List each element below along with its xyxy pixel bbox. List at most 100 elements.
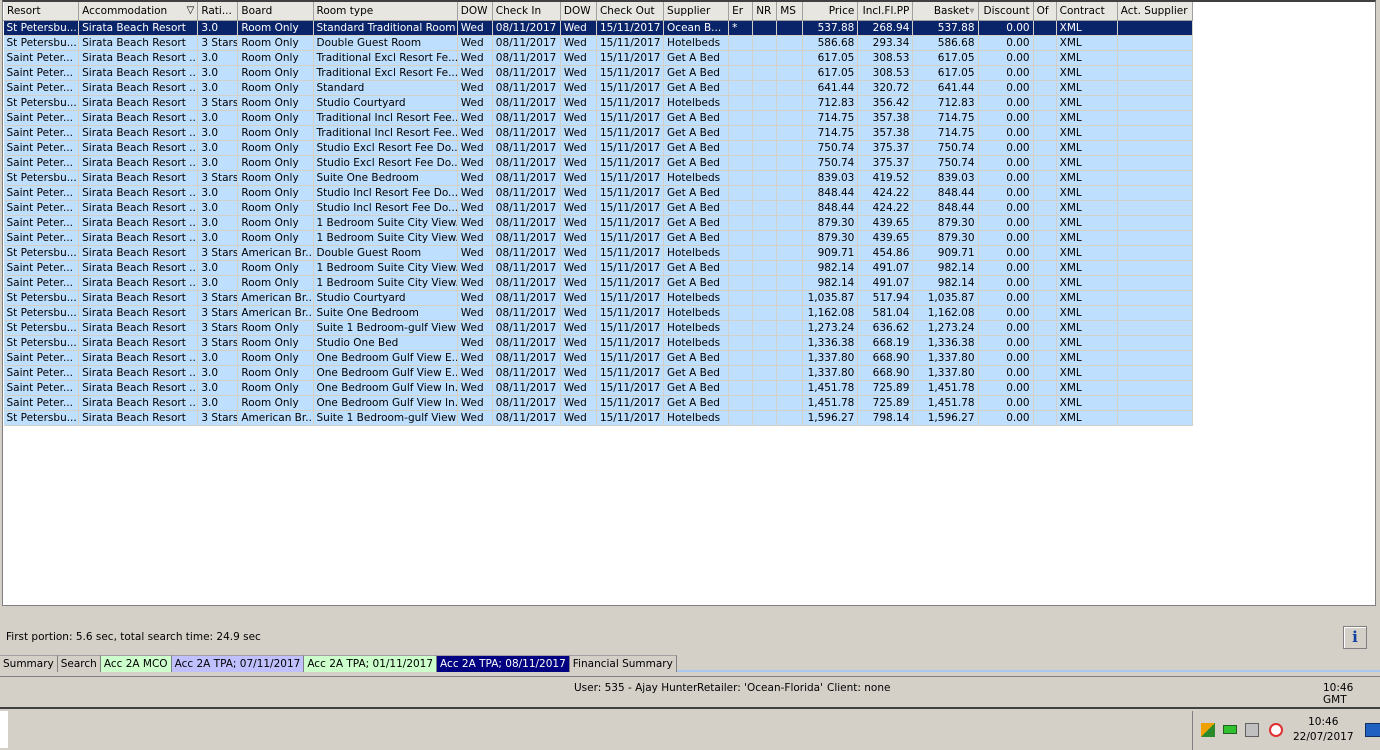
table-row[interactable]: Saint Peter... Sirata Beach Resort ... 3.0… (3, 380, 1194, 396)
table-cell: 879.30 (912, 230, 979, 246)
table-row[interactable]: Saint Peter... Sirata Beach Resort ... 3.0… (3, 275, 1194, 291)
column-header[interactable]: Basket▾ (912, 2, 979, 21)
table-row[interactable]: Saint Peter... Sirata Beach Resort ... 3.0… (3, 155, 1194, 171)
column-header[interactable]: Of (1032, 2, 1057, 21)
table-cell: Wed (560, 350, 597, 366)
table-row[interactable]: St Petersbu... Sirata Beach Resort 3.0 Room… (3, 20, 1194, 36)
table-cell (728, 200, 754, 216)
table-cell: 15/11/2017 (596, 260, 665, 276)
tab[interactable]: Search (57, 655, 101, 672)
table-cell (1033, 290, 1057, 306)
network-card-icon[interactable] (1223, 725, 1237, 734)
antivirus-icon[interactable] (1201, 723, 1215, 737)
column-header[interactable]: Rati... (197, 2, 239, 21)
results-grid[interactable]: Resort Accommodation ▽ Rati... Board Room typ… (2, 0, 1376, 606)
table-cell: Wed (457, 395, 493, 411)
table-cell (752, 410, 778, 426)
column-header[interactable]: DOW (559, 2, 597, 21)
network-icon[interactable] (1245, 723, 1259, 737)
table-cell: Room Only (237, 155, 314, 171)
table-cell (752, 125, 778, 141)
table-cell: American Br... (237, 410, 314, 426)
column-header[interactable]: Accommodation ▽ (78, 2, 199, 21)
table-row[interactable]: St Petersbu... Sirata Beach Resort 3 Stars… (3, 305, 1194, 321)
column-header[interactable]: Contract (1055, 2, 1118, 21)
table-row[interactable]: Saint Peter... Sirata Beach Resort ... 3.0… (3, 230, 1194, 246)
table-cell: XML (1056, 80, 1118, 96)
table-cell: 15/11/2017 (596, 215, 665, 231)
table-row[interactable]: St Petersbu... Sirata Beach Resort 3 Stars… (3, 95, 1194, 111)
table-cell: Sirata Beach Resort (78, 335, 199, 351)
table-row[interactable]: Saint Peter... Sirata Beach Resort ... 3.0… (3, 50, 1194, 66)
column-header[interactable]: Er (728, 2, 754, 21)
table-cell (1033, 110, 1057, 126)
tab[interactable]: Financial Summary (569, 655, 677, 672)
table-row[interactable]: Saint Peter... Sirata Beach Resort ... 3.0… (3, 125, 1194, 141)
tab[interactable]: Acc 2A MCO (100, 655, 172, 672)
table-row[interactable]: St Petersbu... Sirata Beach Resort 3 Stars… (3, 245, 1194, 261)
column-header[interactable]: Price (802, 2, 859, 21)
table-cell: 15/11/2017 (596, 50, 665, 66)
tab[interactable]: Summary (0, 655, 58, 672)
filter-icon[interactable]: ▽ (187, 5, 195, 16)
table-cell (776, 20, 804, 36)
column-header[interactable]: Act. Supplier (1116, 2, 1194, 21)
table-cell: Hotelbeds (663, 305, 730, 321)
column-header[interactable]: Discount (977, 2, 1034, 21)
column-header[interactable]: NR (752, 2, 778, 21)
table-cell (1117, 290, 1194, 306)
info-button[interactable]: i (1343, 626, 1367, 649)
tab[interactable]: Acc 2A TPA; 01/11/2017 (304, 655, 438, 672)
table-cell: Wed (457, 140, 493, 156)
table-row[interactable]: St Petersbu... Sirata Beach Resort 3 Stars… (3, 335, 1194, 351)
table-cell: 0.00 (978, 335, 1034, 351)
table-cell: 424.22 (857, 200, 914, 216)
column-header[interactable]: Check In (491, 2, 561, 21)
column-header[interactable]: Check Out (595, 2, 665, 21)
clock[interactable]: 10:46 22/07/2017 (1293, 715, 1354, 745)
tab[interactable]: Acc 2A TPA; 07/11/2017 (171, 655, 305, 672)
table-cell: Wed (457, 275, 493, 291)
table-row[interactable]: Saint Peter... Sirata Beach Resort ... 3.0… (3, 80, 1194, 96)
table-row[interactable]: St Petersbu... Sirata Beach Resort 3 Stars… (3, 35, 1194, 51)
column-header[interactable]: DOW (456, 2, 493, 21)
table-cell: 15/11/2017 (596, 125, 665, 141)
table-cell: Sirata Beach Resort ... (78, 50, 199, 66)
table-row[interactable]: Saint Peter... Sirata Beach Resort ... 3.0… (3, 395, 1194, 411)
table-cell: Get A Bed (663, 260, 730, 276)
table-cell: Saint Peter... (3, 155, 80, 171)
column-header[interactable]: Board (237, 2, 314, 21)
column-header[interactable]: Supplier (663, 2, 730, 21)
table-row[interactable]: Saint Peter... Sirata Beach Resort ... 3.0… (3, 215, 1194, 231)
table-cell: Wed (457, 80, 493, 96)
volume-muted-icon[interactable] (1269, 723, 1283, 737)
table-row[interactable]: Saint Peter... Sirata Beach Resort ... 3.0… (3, 260, 1194, 276)
column-header-label: Board (241, 4, 273, 17)
table-row[interactable]: Saint Peter... Sirata Beach Resort ... 3.0… (3, 365, 1194, 381)
table-cell: Sirata Beach Resort ... (78, 365, 199, 381)
table-row[interactable]: Saint Peter... Sirata Beach Resort ... 3.0… (3, 110, 1194, 126)
table-row[interactable]: St Petersbu... Sirata Beach Resort 3 Stars… (3, 290, 1194, 306)
table-cell: XML (1056, 65, 1118, 81)
table-row[interactable]: Saint Peter... Sirata Beach Resort ... 3.0… (3, 185, 1194, 201)
column-header[interactable]: Resort (3, 2, 80, 21)
table-row[interactable]: Saint Peter... Sirata Beach Resort ... 3.0… (3, 350, 1194, 366)
table-row[interactable]: Saint Peter... Sirata Beach Resort ... 3.0… (3, 200, 1194, 216)
column-header[interactable]: Room type (312, 2, 458, 21)
table-row[interactable]: St Petersbu... Sirata Beach Resort 3 Stars… (3, 410, 1194, 426)
tab[interactable]: Acc 2A TPA; 08/11/2017 (437, 655, 570, 672)
table-cell (752, 305, 778, 321)
taskbar-input[interactable] (0, 711, 8, 748)
table-row[interactable]: Saint Peter... Sirata Beach Resort ... 3.0… (3, 140, 1194, 156)
table-cell: 08/11/2017 (492, 185, 561, 201)
table-cell: 725.89 (857, 380, 914, 396)
table-cell: 0.00 (978, 80, 1034, 96)
column-header[interactable]: Incl.Fl.PP (857, 2, 914, 21)
column-header[interactable]: MS (776, 2, 804, 21)
table-row[interactable]: St Petersbu... Sirata Beach Resort 3 Stars… (3, 170, 1194, 186)
show-desktop-icon[interactable] (1365, 723, 1380, 737)
table-row[interactable]: St Petersbu... Sirata Beach Resort 3 Stars… (3, 320, 1194, 336)
table-row[interactable]: Saint Peter... Sirata Beach Resort ... 3.0… (3, 65, 1194, 81)
table-cell: 3.0 (197, 65, 239, 81)
table-cell (776, 185, 804, 201)
